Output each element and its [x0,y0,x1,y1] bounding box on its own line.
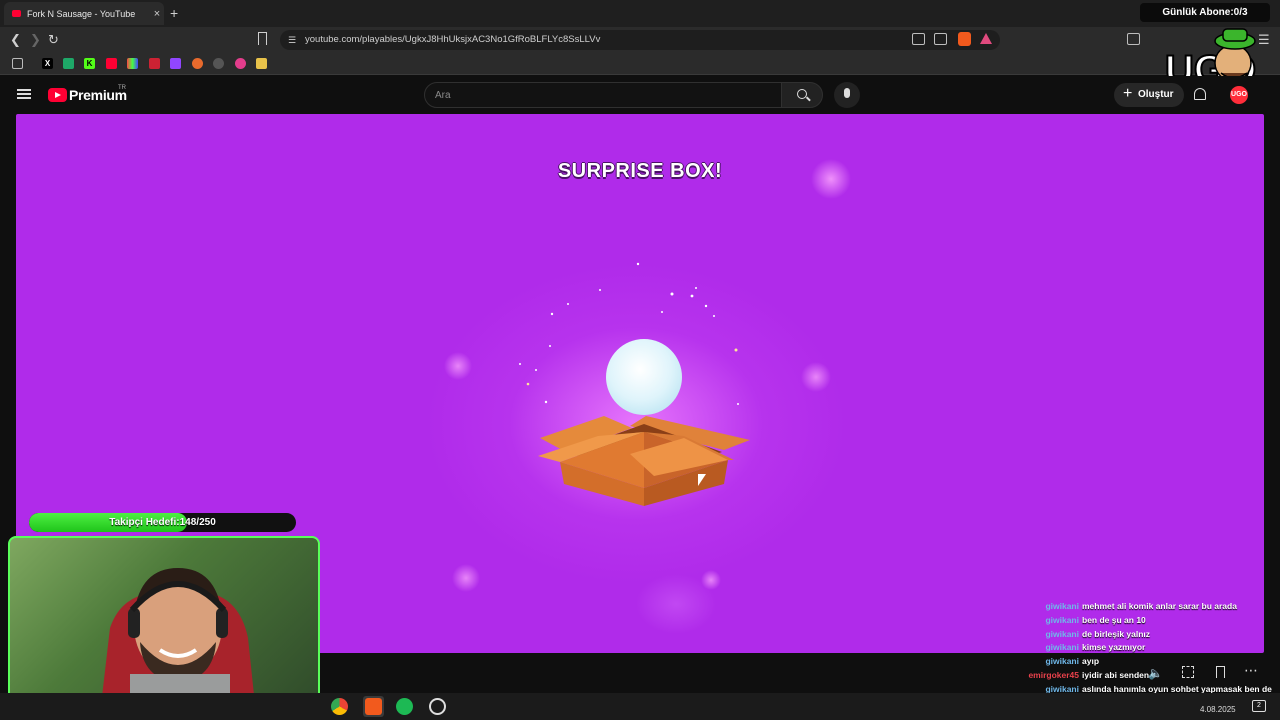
chat-text: ben de şu an 10 [1082,614,1146,625]
subscriber-goal-badge: Günlük Abone:0/3 [1140,3,1270,22]
chat-text: mehmet ali komik anlar sarar bu arada [1082,601,1237,611]
fluffy-ball [606,339,682,415]
obs-icon[interactable] [429,698,446,715]
chat-message: giwikani ayıp [1010,655,1278,669]
chat-username: emirgoker45 [1028,669,1079,680]
chat-username: giwikani [1045,614,1079,625]
youtube-logo-icon[interactable] [48,88,67,102]
cast-icon[interactable] [912,33,925,45]
youtube-favicon-icon [12,10,21,17]
x-bookmark-icon[interactable]: X [42,58,53,69]
chrome-icon[interactable] [331,698,348,715]
search-button[interactable] [781,82,823,108]
bokeh-light [444,352,472,380]
notifications-bell-icon[interactable] [1194,88,1206,100]
search-input[interactable] [424,82,782,108]
region-label: TR [118,85,126,91]
hamburger-menu-icon[interactable] [17,89,31,99]
folder-bookmark-icon[interactable] [256,58,267,69]
chat-message: giwikani kimse yazmıyor [1010,641,1278,655]
chat-message: emirgoker45 iyidir abi senden [1010,669,1278,683]
share-icon[interactable] [934,33,947,45]
bookmark-icon-9[interactable] [213,58,224,69]
taskbar: 4.08.2025 2 [0,693,1280,720]
system-clock: 4.08.2025 [1200,699,1236,715]
notification-center-icon[interactable]: 2 [1252,700,1266,712]
browser-tab-strip: Fork N Sausage - YouTube × + Günlük Abon… [0,0,1280,27]
create-button[interactable]: Oluştur [1114,82,1184,107]
brave-rewards-icon[interactable] [980,33,992,44]
mouse-cursor-icon [698,474,706,486]
reload-icon[interactable]: ↻ [48,32,59,48]
bookmark-icon-6[interactable] [149,58,160,69]
brave-shields-icon[interactable] [958,32,971,46]
address-bar[interactable]: ☰ youtube.com/playables/UgkxJ8HhUksjxAC3… [280,30,1000,50]
kick-bookmark-icon[interactable]: K [84,58,95,69]
follower-goal-bar: Takipçi Hedefi:148/250 [29,513,296,532]
bokeh-light [636,574,716,634]
gmail-bookmark-icon[interactable] [127,58,138,69]
webcam-feed [8,536,320,712]
avatar[interactable]: UGO [1230,86,1248,104]
chat-message: giwikani mehmet ali komik anlar sarar bu … [1010,600,1278,614]
streamer-image [100,568,256,710]
close-tab-button[interactable]: × [150,8,164,20]
game-title: SURPRISE BOX! [557,160,723,182]
apps-grid-icon[interactable] [12,58,23,69]
voice-search-icon[interactable] [834,82,860,108]
chat-username: giwikani [1045,656,1079,667]
follower-goal-label: Takipçi Hedefi:148/250 [109,517,216,528]
bokeh-light [801,362,831,392]
youtube-bookmark-icon[interactable] [106,58,117,69]
back-icon[interactable]: ❮ [10,32,21,48]
bookmark-icon-8[interactable] [192,58,203,69]
youtube-header: Premium TR Oluştur UGO [0,76,1280,114]
chat-text: ayıp [1082,656,1100,667]
bookmark-icon-10[interactable] [235,58,246,69]
surprise-box-icon[interactable] [534,410,754,506]
chat-username: giwikani [1045,642,1079,653]
search-icon [797,89,807,99]
bookmarks-bar: X K [0,53,1280,75]
bookmark-icon-2[interactable] [63,58,74,69]
twitch-bookmark-icon[interactable] [170,58,181,69]
chat-text: iyidir abi senden [1082,669,1150,680]
tab-title: Fork N Sausage - YouTube [27,8,136,19]
bookmark-icon[interactable] [258,32,267,45]
browser-tab[interactable]: Fork N Sausage - YouTube × [4,2,164,25]
chat-username: giwikani [1045,601,1079,611]
chat-username: giwikani [1045,628,1079,639]
chat-text: de birleşik yalnız [1082,628,1151,639]
spotify-icon[interactable] [396,698,413,715]
bokeh-light [452,564,480,592]
chat-text: kimse yazmıyor [1082,642,1146,653]
site-info-icon[interactable]: ☰ [288,30,296,50]
clock-date: 4.08.2025 [1200,705,1236,714]
chat-message: giwikani de birleşik yalnız [1010,628,1278,642]
chat-message: giwikani ben de şu an 10 [1010,614,1278,628]
forward-icon[interactable]: ❯ [30,32,41,48]
url-text: youtube.com/playables/UgkxJ8HhUksjxAC3No… [305,34,601,45]
brave-icon[interactable] [365,698,382,715]
sidebar-icon[interactable] [1127,33,1140,45]
browser-toolbar: ❮ ❯ ↻ ☰ youtube.com/playables/UgkxJ8HhUk… [0,27,1280,53]
new-tab-button[interactable]: + [170,5,178,21]
